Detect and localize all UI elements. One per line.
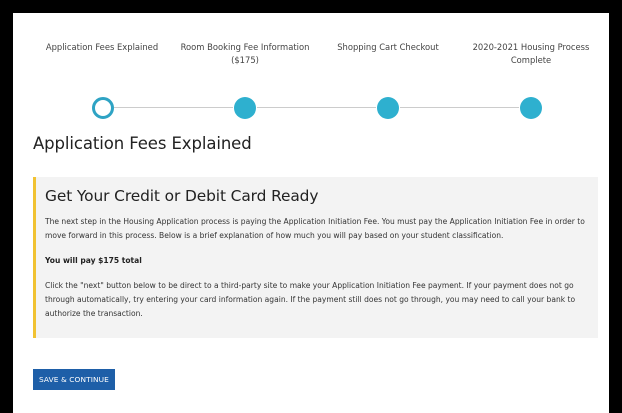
progress-connector <box>114 107 233 108</box>
step-label-shopping-cart-checkout[interactable]: Shopping Cart Checkout <box>318 41 458 54</box>
step-1-current-indicator[interactable] <box>92 97 114 119</box>
progress-step-labels: Application Fees Explained Room Booking … <box>13 41 609 81</box>
page-title: Application Fees Explained <box>33 134 252 153</box>
card-ready-notice: Get Your Credit or Debit Card Ready The … <box>33 177 598 338</box>
step-label-housing-process-complete[interactable]: 2020-2021 Housing Process Complete <box>461 41 601 67</box>
housing-application-page: Application Fees Explained Room Booking … <box>13 13 609 413</box>
notice-paragraph-instructions: Click the "next" button below to be dire… <box>45 281 576 318</box>
step-label-room-booking-fee[interactable]: Room Booking Fee Information ($175) <box>175 41 315 67</box>
notice-paragraph-intro: The next step in the Housing Application… <box>45 217 585 240</box>
notice-heading: Get Your Credit or Debit Card Ready <box>45 187 319 205</box>
step-3-indicator[interactable] <box>377 97 399 119</box>
progress-tracker <box>13 97 609 121</box>
progress-connector <box>257 107 376 108</box>
progress-connector <box>400 107 519 108</box>
step-2-indicator[interactable] <box>234 97 256 119</box>
notice-paragraph-total: You will pay $175 total <box>45 256 142 265</box>
step-label-application-fees[interactable]: Application Fees Explained <box>32 41 172 54</box>
save-and-continue-button[interactable]: SAVE & CONTINUE <box>33 369 115 390</box>
step-4-indicator[interactable] <box>520 97 542 119</box>
